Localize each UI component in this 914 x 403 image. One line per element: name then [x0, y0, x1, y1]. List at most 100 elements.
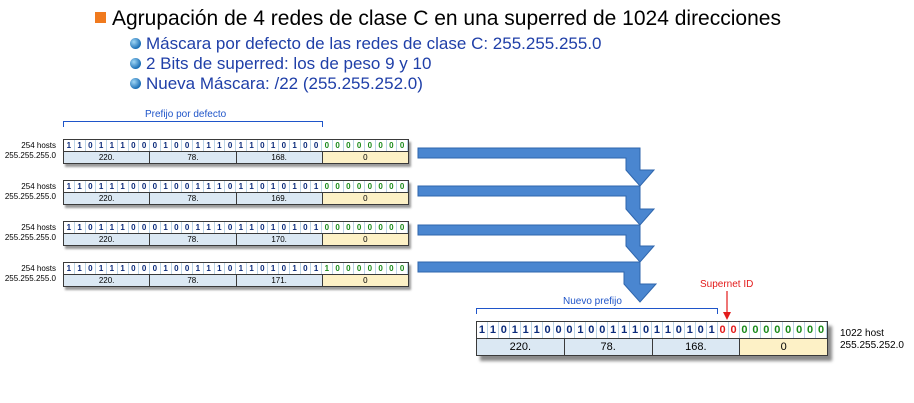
bit-cell: 0	[139, 140, 150, 151]
bit-cell: 1	[64, 181, 75, 192]
octet-cell: 169.	[236, 193, 323, 204]
bit-cell: 1	[268, 263, 279, 274]
octet-strip: 220. 78. 168. 0	[64, 152, 408, 163]
bit-cell: 1	[75, 263, 86, 274]
bit-cell: 0	[543, 322, 554, 338]
bit-cell: 0	[322, 222, 333, 233]
octet-cell: 220.	[64, 193, 151, 204]
bit-cell: 0	[279, 222, 290, 233]
bit-cell: 0	[387, 222, 398, 233]
octet-cell: 78.	[150, 275, 237, 286]
bit-strip: 11011100010011101101010000000000	[64, 140, 408, 152]
bit-cell: 0	[172, 181, 183, 192]
merge-arrow	[417, 147, 656, 187]
bit-cell: 1	[663, 322, 674, 338]
bit-cell: 0	[354, 140, 365, 151]
octet-cell: 220.	[64, 275, 151, 286]
merge-arrow	[417, 224, 656, 263]
bit-cell: 0	[86, 140, 97, 151]
bit-cell: 0	[354, 222, 365, 233]
octet-cell: 170.	[236, 234, 323, 245]
octet-cell: 0	[740, 339, 827, 355]
octet-cell: 78.	[564, 339, 653, 355]
network-row: 11011100010011101101010000000000 220. 78…	[63, 139, 409, 164]
bit-cell: 1	[204, 222, 215, 233]
supernet-caption: 1022 host 255.255.252.0	[840, 328, 904, 352]
bit-cell: 1	[204, 181, 215, 192]
supernet-id-pointer-head	[723, 312, 731, 320]
bit-cell: 0	[279, 140, 290, 151]
bit-cell: 0	[805, 322, 817, 338]
bit-cell: 1	[477, 322, 488, 338]
bit-cell: 0	[182, 181, 193, 192]
bit-cell: 0	[225, 140, 236, 151]
bit-cell: 1	[268, 222, 279, 233]
bit-cell: 0	[387, 181, 398, 192]
bit-cell: 0	[641, 322, 652, 338]
bit-cell: 0	[376, 263, 387, 274]
bit-cell: 0	[86, 181, 97, 192]
bit-cell: 1	[193, 181, 204, 192]
bit-cell: 0	[365, 222, 376, 233]
bit-cell: 0	[129, 222, 140, 233]
bit-cell: 0	[182, 263, 193, 274]
bit-cell: 0	[172, 140, 183, 151]
bit-cell: 1	[247, 140, 258, 151]
bit-cell: 0	[333, 140, 344, 151]
bit-cell: 0	[387, 263, 398, 274]
bit-cell: 1	[118, 181, 129, 192]
bit-cell: 0	[139, 181, 150, 192]
bit-cell: 1	[247, 222, 258, 233]
bit-cell: 1	[215, 263, 226, 274]
bit-cell: 0	[333, 181, 344, 192]
bit-cell: 1	[247, 263, 258, 274]
bit-cell: 0	[86, 222, 97, 233]
bit-cell: 0	[565, 322, 576, 338]
bit-cell: 0	[344, 140, 355, 151]
bit-cell: 0	[365, 140, 376, 151]
octet-cell: 220.	[477, 339, 565, 355]
bit-cell: 1	[107, 140, 118, 151]
bit-cell: 0	[258, 263, 269, 274]
new-prefix-label: Nuevo prefijo	[563, 296, 622, 307]
bit-cell: 0	[139, 222, 150, 233]
bit-cell: 0	[322, 181, 333, 192]
bit-cell: 0	[387, 140, 398, 151]
bit-cell: 0	[333, 222, 344, 233]
bit-cell: 0	[397, 222, 408, 233]
subnet-mask: 255.255.252.0	[840, 340, 904, 351]
bit-cell: 0	[279, 263, 290, 274]
subnet-mask: 255.255.255.0	[4, 274, 56, 283]
octet-strip: 220. 78. 170. 0	[64, 234, 408, 245]
bit-cell: 0	[376, 222, 387, 233]
network-row: 11011100010011101101010100000000 220. 78…	[63, 180, 409, 205]
bit-cell: 1	[96, 222, 107, 233]
bit-cell: 0	[258, 181, 269, 192]
bit-cell: 0	[311, 140, 322, 151]
bit-cell: 0	[301, 222, 312, 233]
octet-cell: 220.	[64, 152, 151, 163]
supernet-id-label: Supernet ID	[700, 279, 754, 290]
bit-cell: 1	[75, 140, 86, 151]
bit-cell: 1	[215, 181, 226, 192]
bit-cell: 0	[129, 181, 140, 192]
bit-cell: 0	[354, 181, 365, 192]
bit-strip: 11011100010011101101010100000000	[64, 222, 408, 234]
bit-cell: 1	[652, 322, 663, 338]
hosts-count: 254 hosts	[21, 264, 56, 273]
network-row: 11011100010011101101010110000000 220. 78…	[63, 262, 409, 287]
bit-cell: 1	[161, 181, 172, 192]
bit-cell: 1	[96, 140, 107, 151]
bit-cell: 1	[268, 181, 279, 192]
bit-cell: 1	[161, 222, 172, 233]
bit-cell: 0	[172, 222, 183, 233]
bit-cell: 0	[376, 181, 387, 192]
bit-cell: 1	[322, 263, 333, 274]
bit-cell: 1	[236, 181, 247, 192]
bit-cell: 0	[344, 263, 355, 274]
subnet-mask: 255.255.255.0	[4, 151, 56, 160]
bit-cell: 0	[279, 181, 290, 192]
bit-cell: 0	[783, 322, 795, 338]
bit-cell: 1	[575, 322, 587, 338]
bit-cell: 1	[290, 140, 301, 151]
